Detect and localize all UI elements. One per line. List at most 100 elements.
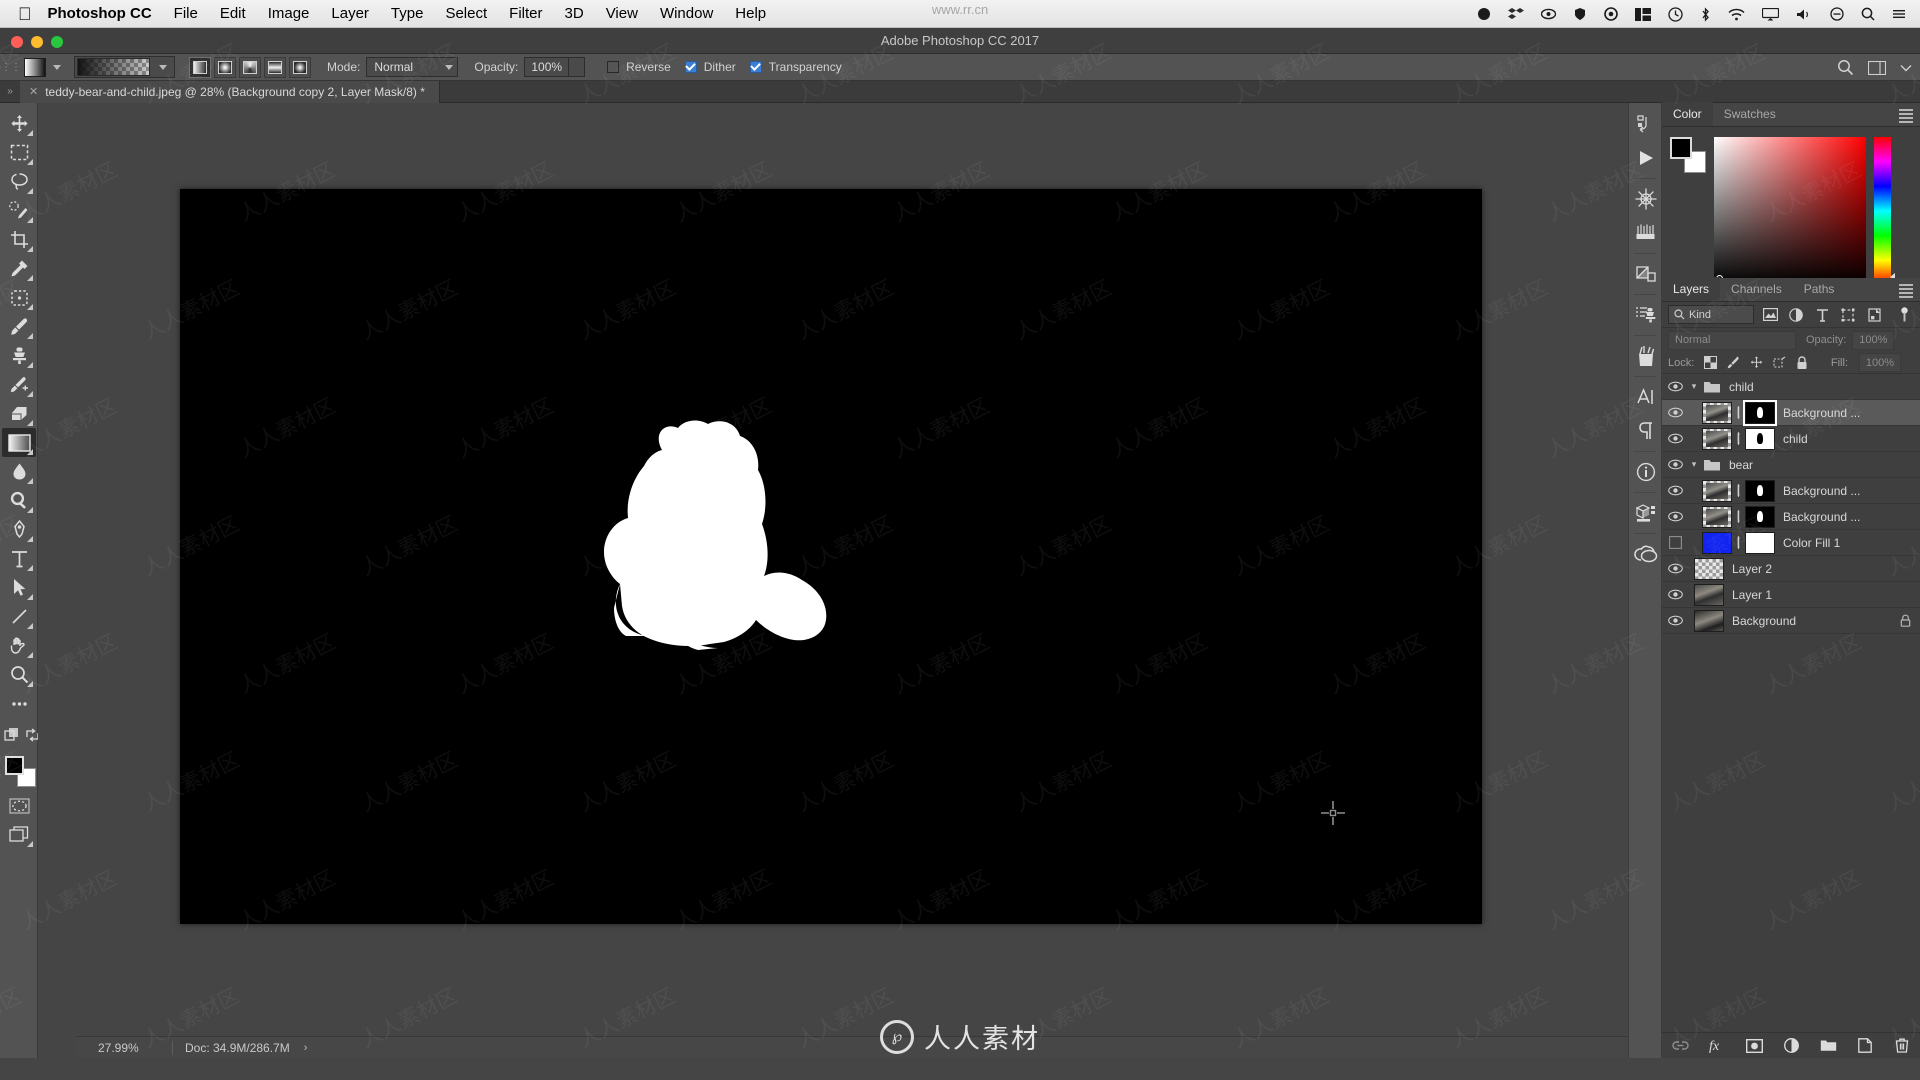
path-selection-tool[interactable] — [2, 573, 36, 602]
eyedropper-tool[interactable] — [2, 254, 36, 283]
paragraph-icon[interactable] — [1629, 414, 1663, 448]
edit-in-quick-mask-toggle[interactable] — [4, 720, 21, 749]
new-group-icon[interactable] — [1820, 1037, 1837, 1054]
lasso-tool[interactable] — [2, 167, 36, 196]
patch-tool[interactable] — [2, 283, 36, 312]
screen-mode-button[interactable] — [2, 820, 36, 849]
layer-visibility-toggle[interactable] — [1664, 407, 1686, 418]
layer-thumbnail[interactable] — [1702, 401, 1732, 424]
tool-preset-picker[interactable] — [24, 57, 68, 77]
layer-blend-mode-select[interactable]: Normal — [1668, 330, 1796, 350]
foreground-background-color[interactable] — [4, 755, 38, 789]
group-disclosure-icon[interactable]: ▾ — [1686, 459, 1702, 470]
dodge-tool[interactable] — [2, 486, 36, 515]
chevron-down-icon[interactable] — [53, 64, 61, 70]
layer-row-background-copy-2[interactable]: Background ... — [1662, 399, 1920, 426]
history-brush-tool[interactable] — [2, 370, 36, 399]
diamond-gradient-button[interactable] — [289, 56, 311, 78]
tab-channels[interactable]: Channels — [1720, 277, 1793, 301]
gradient-picker[interactable] — [74, 56, 175, 78]
3d-icon[interactable] — [1629, 182, 1663, 216]
opacity-input[interactable]: 100% — [524, 57, 570, 77]
layer-style-icon[interactable]: fx — [1709, 1037, 1726, 1054]
reflected-gradient-button[interactable] — [264, 56, 286, 78]
layer-mask-thumbnail[interactable] — [1743, 399, 1777, 426]
mask-link-icon[interactable] — [1732, 406, 1745, 419]
layer-row-group-bear[interactable]: ▾ bear — [1662, 452, 1920, 478]
play-icon[interactable] — [1629, 141, 1663, 175]
tab-layers[interactable]: Layers — [1662, 277, 1721, 301]
mask-link-icon[interactable] — [1732, 536, 1745, 549]
shape-filter-icon[interactable] — [1838, 305, 1858, 324]
pixel-filter-icon[interactable] — [1760, 305, 1780, 324]
menu-window[interactable]: Window — [660, 5, 713, 22]
layer-mask-thumbnail[interactable] — [1745, 505, 1775, 528]
canvas-area[interactable]: 27.99% Doc: 34.9M/286.7M › — [38, 103, 1662, 1058]
minimize-window-button[interactable] — [31, 36, 43, 48]
layer-visibility-toggle[interactable] — [1664, 589, 1686, 600]
history-icon[interactable] — [1629, 107, 1663, 141]
menu-file[interactable]: File — [174, 5, 198, 22]
document-canvas[interactable] — [180, 189, 1482, 924]
layer-visibility-toggle[interactable] — [1664, 536, 1686, 549]
layer-visibility-toggle[interactable] — [1664, 485, 1686, 496]
opacity-stepper[interactable] — [569, 57, 586, 77]
foreground-color-swatch[interactable] — [5, 756, 24, 775]
lock-position-icon[interactable] — [1749, 356, 1763, 370]
gradient-preview-swatch[interactable] — [77, 58, 150, 76]
search-icon[interactable] — [1837, 59, 1854, 76]
adjustment-layer-icon[interactable] — [1783, 1037, 1800, 1054]
transparency-checkbox[interactable] — [749, 61, 762, 73]
type-filter-icon[interactable] — [1812, 305, 1832, 324]
menu-filter[interactable]: Filter — [509, 5, 542, 22]
layer-thumbnail[interactable] — [1694, 583, 1724, 606]
chevron-down-icon[interactable] — [1900, 62, 1912, 74]
layer-visibility-toggle[interactable] — [1664, 615, 1686, 626]
menu-3d[interactable]: 3D — [565, 5, 584, 22]
chevron-down-icon[interactable] — [159, 64, 167, 70]
menu-app-name[interactable]: Photoshop CC — [48, 5, 152, 22]
lock-transparent-pixels-icon[interactable] — [1703, 356, 1717, 370]
menu-select[interactable]: Select — [445, 5, 487, 22]
options-bar-grip[interactable]: ⋮⋮ — [0, 54, 22, 81]
pen-tool[interactable] — [2, 515, 36, 544]
layer-thumbnail[interactable] — [1702, 479, 1732, 502]
layer-row-layer-1[interactable]: Layer 1 — [1662, 582, 1920, 608]
dither-checkbox-group[interactable]: Dither — [684, 60, 736, 74]
more-tools-button[interactable] — [2, 689, 36, 718]
delete-layer-icon[interactable] — [1894, 1037, 1911, 1054]
mask-link-icon[interactable] — [1732, 432, 1745, 445]
layer-thumbnail[interactable] — [1702, 427, 1732, 450]
tab-bar-grip[interactable]: » — [0, 86, 20, 97]
layer-row-bear-background-1[interactable]: Background ... — [1662, 478, 1920, 504]
layer-opacity-value[interactable]: 100% — [1852, 330, 1895, 350]
reverse-checkbox-group[interactable]: Reverse — [607, 60, 671, 74]
angle-gradient-button[interactable] — [239, 56, 261, 78]
workspace-switcher-icon[interactable] — [1868, 60, 1886, 75]
zoom-tool[interactable] — [2, 660, 36, 689]
layer-fill-value[interactable]: 100% — [1859, 353, 1901, 372]
menu-image[interactable]: Image — [268, 5, 310, 22]
character-icon[interactable] — [1629, 380, 1663, 414]
lock-artboard-icon[interactable] — [1772, 356, 1786, 370]
layer-row-background[interactable]: Background — [1662, 608, 1920, 634]
new-layer-icon[interactable] — [1857, 1037, 1874, 1054]
lock-all-icon[interactable] — [1795, 355, 1809, 370]
menu-layer[interactable]: Layer — [331, 5, 369, 22]
panel-menu-icon[interactable] — [1899, 109, 1913, 125]
quick-mask-mode-button[interactable] — [2, 791, 36, 820]
document-tab[interactable]: ✕ teddy-bear-and-child.jpeg @ 28% (Backg… — [20, 80, 440, 103]
rectangular-marquee-tool[interactable] — [2, 138, 36, 167]
zoom-level-value[interactable]: 27.99% — [76, 1041, 172, 1055]
tab-color[interactable]: Color — [1662, 102, 1713, 126]
brushes-icon[interactable] — [1629, 339, 1663, 373]
line-tool[interactable] — [2, 602, 36, 631]
radial-gradient-button[interactable] — [214, 56, 236, 78]
layer-row-child[interactable]: child — [1662, 426, 1920, 452]
adjustments-icon[interactable] — [1629, 257, 1663, 291]
link-layers-icon[interactable] — [1671, 1037, 1689, 1054]
styles-icon[interactable] — [1629, 298, 1663, 332]
hand-tool[interactable] — [2, 631, 36, 660]
color-panel-swatches[interactable] — [1670, 137, 1708, 175]
mask-link-icon[interactable] — [1732, 484, 1745, 497]
